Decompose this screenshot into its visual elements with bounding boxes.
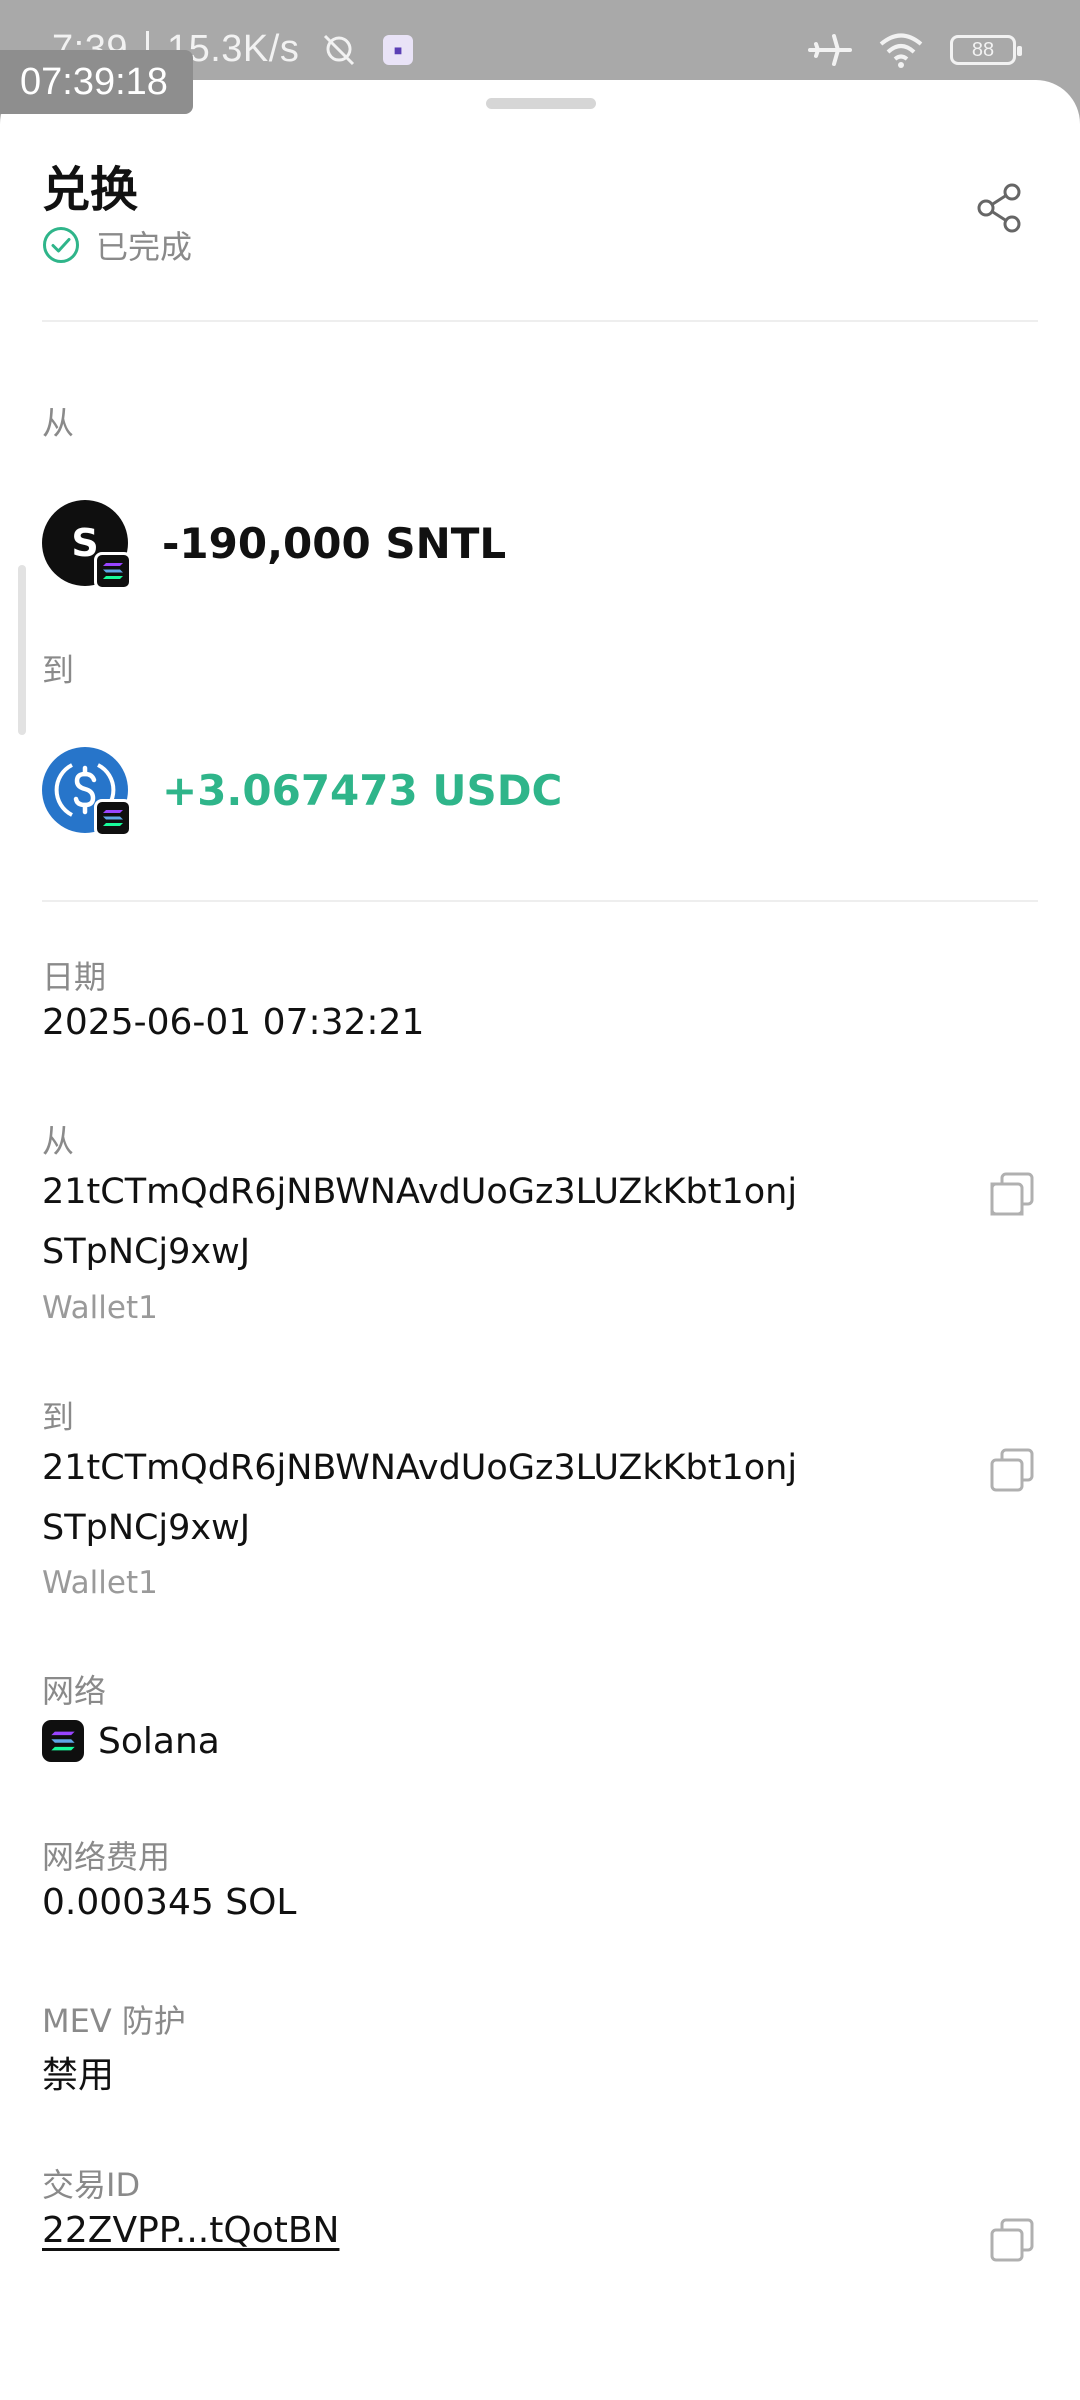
network-value: Solana xyxy=(98,1720,220,1762)
app-notification-icon: ■ xyxy=(383,34,414,65)
swap-from-label: 从 xyxy=(42,404,75,442)
solana-icon xyxy=(42,1720,84,1762)
txid-link[interactable]: 22ZVPP...tQotBN xyxy=(42,2210,339,2251)
from-address-value: 21tCTmQdR6jNBWNAvdUoGz3LUZkKbt1onjSTpNCj… xyxy=(42,1172,798,1272)
divider xyxy=(42,900,1038,902)
from-address-label: 从 xyxy=(42,1122,75,1160)
to-address-label: 到 xyxy=(42,1398,75,1436)
status-badge: 已完成 xyxy=(42,222,192,268)
usdc-token-icon xyxy=(42,747,132,837)
swap-to-row: +3.067473 USDC xyxy=(42,747,563,837)
copy-icon[interactable] xyxy=(988,2216,1036,2264)
date-value: 2025-06-01 07:32:21 xyxy=(42,1002,425,1043)
network-value-row: Solana xyxy=(42,1720,220,1762)
swap-from-amount: -190,000 SNTL xyxy=(162,518,507,568)
alarm-off-icon xyxy=(324,34,355,65)
from-wallet-name: Wallet1 xyxy=(42,1290,158,1326)
sheet-grabber-handle[interactable] xyxy=(486,98,596,109)
fee-label: 网络费用 xyxy=(42,1838,171,1876)
scroll-indicator[interactable] xyxy=(18,565,26,735)
copy-icon[interactable] xyxy=(988,1446,1036,1494)
swap-from-row: S -190,000 SNTL xyxy=(42,500,507,590)
battery-icon: 88 xyxy=(950,35,1022,65)
to-wallet-name: Wallet1 xyxy=(42,1565,158,1601)
share-icon[interactable] xyxy=(972,180,1028,236)
mev-value: 禁用 xyxy=(42,2055,115,2096)
solana-chain-badge-icon xyxy=(94,552,132,590)
divider xyxy=(42,320,1038,322)
fee-value: 0.000345 SOL xyxy=(42,1882,297,1923)
swap-to-amount: +3.067473 USDC xyxy=(162,765,563,815)
battery-level: 88 xyxy=(971,39,995,61)
date-label: 日期 xyxy=(42,958,107,996)
swap-to-label: 到 xyxy=(42,651,75,689)
check-circle-icon xyxy=(43,227,79,263)
txid-label: 交易ID xyxy=(42,2166,141,2204)
mev-label: MEV 防护 xyxy=(42,2002,186,2040)
sntl-token-icon: S xyxy=(42,500,132,590)
page-title: 兑换 xyxy=(42,162,139,218)
status-text: 已完成 xyxy=(96,228,193,266)
overlay-clock: 07:39:18 xyxy=(0,50,193,114)
solana-chain-badge-icon xyxy=(94,799,132,837)
status-bar-right: 88 xyxy=(808,30,1022,70)
copy-icon[interactable] xyxy=(988,1170,1036,1218)
wifi-icon xyxy=(879,33,923,68)
to-address-value: 21tCTmQdR6jNBWNAvdUoGz3LUZkKbt1onjSTpNCj… xyxy=(42,1448,798,1548)
airplane-mode-icon xyxy=(808,34,852,66)
network-label: 网络 xyxy=(42,1672,107,1710)
transaction-detail-sheet: 兑换 已完成 从 S -190,000 SNTL 到 +3.067473 USD… xyxy=(0,80,1080,2400)
